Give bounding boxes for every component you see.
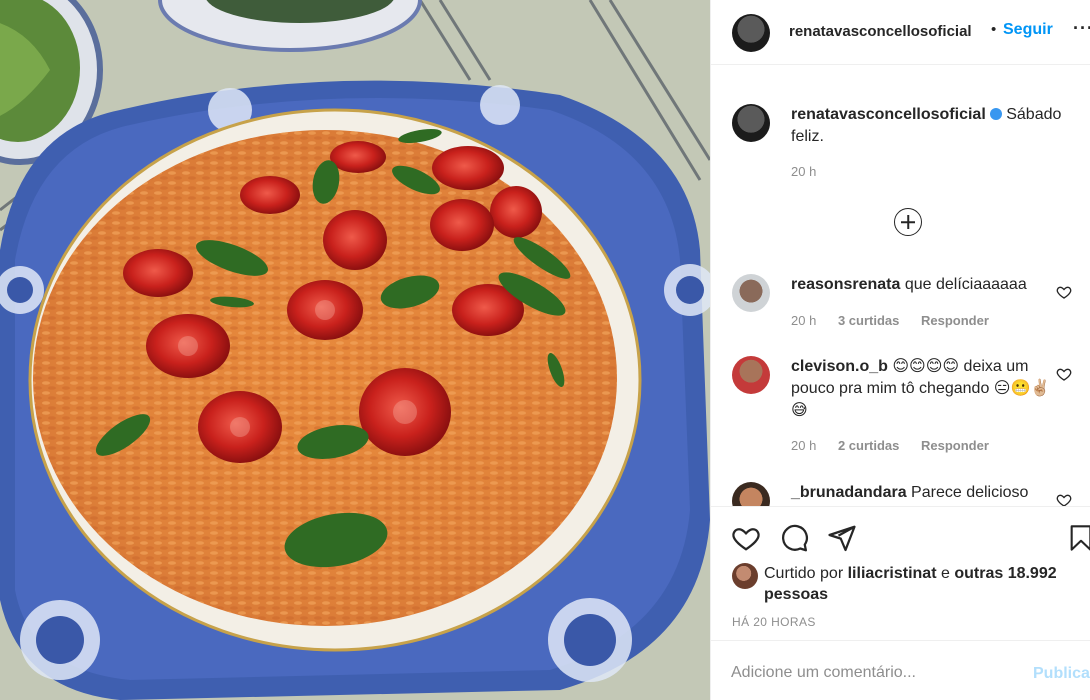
post-time-ago[interactable]: HÁ 20 HORAS <box>732 615 816 629</box>
likes-user[interactable]: liliacristinat <box>848 565 937 582</box>
comment-body: clevison.o_b 😊😊😊😊 deixa um pouco pra mim… <box>791 356 1051 422</box>
comment-body: _brunadandara Parece delicioso <box>791 482 1051 504</box>
verified-badge-icon <box>989 107 1002 120</box>
caption: renatavasconcellosoficial Sábado feliz. <box>791 104 1076 148</box>
more-options-icon[interactable]: ··· <box>1073 18 1090 39</box>
comment-text: que delíciaaaaaa <box>904 276 1027 293</box>
author-username[interactable]: renatavasconcellosoficial <box>789 23 972 40</box>
likes-summary: Curtido por liliacristinat e outras 18.9… <box>764 563 1064 605</box>
comment-text: Parece delicioso <box>911 484 1029 501</box>
header-separator: • <box>991 21 997 38</box>
post-actions: Curtido por liliacristinat e outras 18.9… <box>711 506 1090 640</box>
comment-input[interactable] <box>731 661 1011 685</box>
comment-likes[interactable]: 3 curtidas <box>838 313 899 328</box>
comment-likes[interactable]: 2 curtidas <box>838 438 899 453</box>
plus-circle-icon[interactable] <box>894 208 922 236</box>
post-side-panel: renatavasconcellosoficial • Seguir ··· r… <box>710 0 1090 700</box>
comment-time[interactable]: 20 h <box>791 313 816 328</box>
commenter-avatar[interactable] <box>732 356 770 394</box>
comment-username[interactable]: clevison.o_b <box>791 358 888 375</box>
comment-heart-icon[interactable] <box>1056 492 1072 506</box>
risotto-photo-illustration <box>0 0 710 700</box>
comment-heart-icon[interactable] <box>1056 366 1072 382</box>
reply-button[interactable]: Responder <box>921 438 989 453</box>
commenter-avatar[interactable] <box>732 482 770 506</box>
post-header: renatavasconcellosoficial • Seguir ··· <box>711 0 1090 65</box>
comments-section[interactable]: renatavasconcellosoficial Sábado feliz. … <box>711 66 1090 506</box>
instagram-post-modal: renatavasconcellosoficial • Seguir ··· r… <box>0 0 1090 700</box>
comment-meta: 20 h 3 curtidas Responder <box>791 313 1007 328</box>
author-avatar[interactable] <box>732 14 770 52</box>
comment-time[interactable]: 20 h <box>791 438 816 453</box>
likes-prefix: Curtido por <box>764 565 844 582</box>
comment-meta: 20 h 2 curtidas Responder <box>791 438 1007 453</box>
comment-username[interactable]: _brunadandara <box>791 484 907 501</box>
caption-username[interactable]: renatavasconcellosoficial <box>791 106 986 123</box>
comment-icon[interactable] <box>779 523 809 553</box>
paper-plane-icon[interactable] <box>827 523 857 553</box>
comment-username[interactable]: reasonsrenata <box>791 276 900 293</box>
reply-button[interactable]: Responder <box>921 313 989 328</box>
heart-icon[interactable] <box>731 523 761 553</box>
comment-heart-icon[interactable] <box>1056 284 1072 300</box>
commenter-avatar[interactable] <box>732 274 770 312</box>
liker-avatar[interactable] <box>732 563 758 589</box>
follow-button[interactable]: Seguir <box>1003 21 1053 39</box>
caption-author-avatar[interactable] <box>732 104 770 142</box>
caption-time[interactable]: 20 h <box>791 164 816 179</box>
post-photo[interactable] <box>0 0 710 700</box>
comment-body: reasonsrenata que delíciaaaaaa <box>791 274 1051 296</box>
bookmark-icon[interactable] <box>1067 522 1090 554</box>
publish-button[interactable]: Publicar <box>1033 665 1090 683</box>
likes-conj: e <box>940 565 950 582</box>
add-comment-bar: Publicar <box>711 640 1090 700</box>
